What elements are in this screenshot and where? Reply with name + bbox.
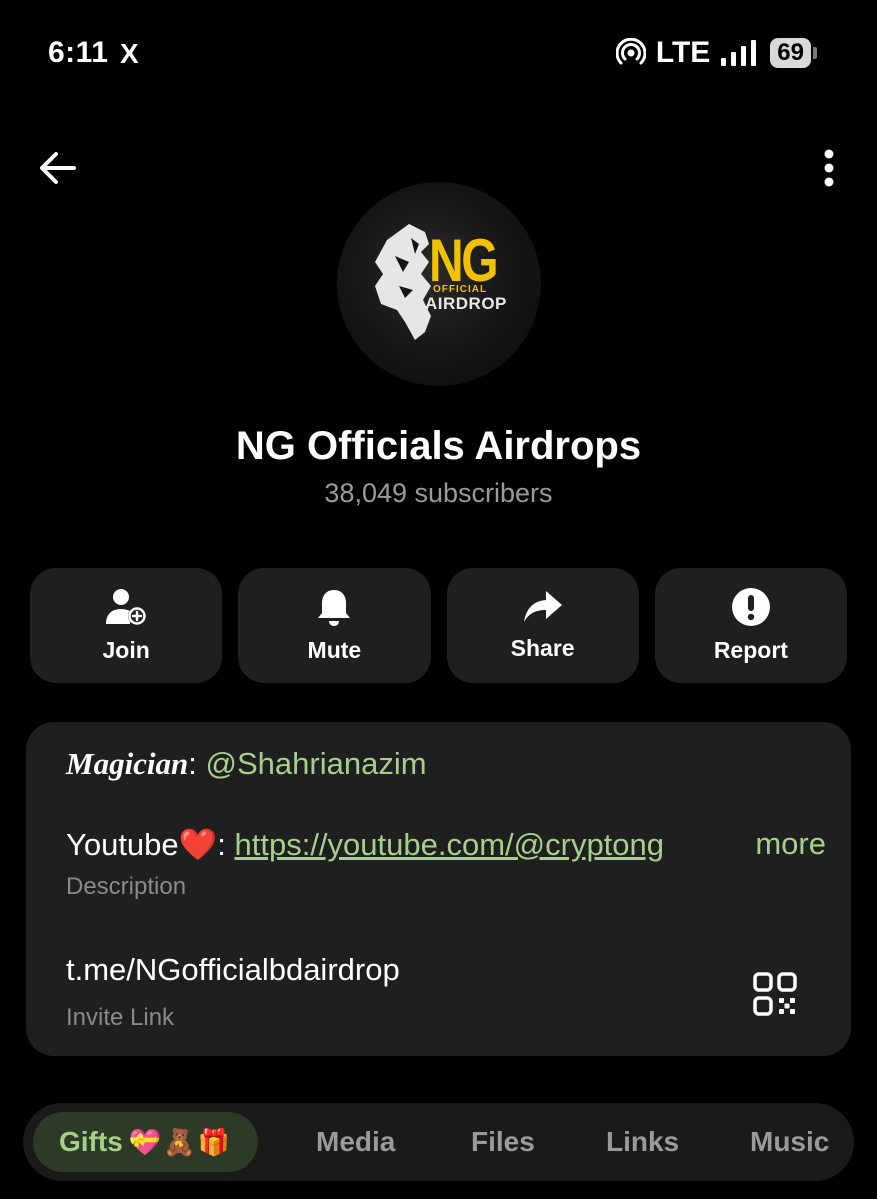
- invite-link[interactable]: t.me/NGofficialbdairdrop: [66, 952, 400, 988]
- gift-emojis: 💝🧸🎁: [128, 1126, 232, 1157]
- mute-button[interactable]: Mute: [238, 568, 431, 683]
- share-label: Share: [510, 635, 575, 661]
- magician-handle-link[interactable]: @Shahrianazim: [206, 746, 427, 781]
- battery-tip: [813, 47, 817, 59]
- join-label: Join: [102, 637, 150, 663]
- description-youtube-line: Youtube❤️: https://youtube.com/@cryptong…: [66, 826, 826, 863]
- arrow-left-icon: [40, 152, 76, 184]
- report-label: Report: [713, 637, 788, 663]
- action-bar: Join Mute Share Report: [30, 568, 847, 683]
- bell-icon: [318, 590, 351, 626]
- hotspot-icon: [615, 38, 646, 65]
- x-app-icon: X: [120, 38, 139, 69]
- tab-files[interactable]: Files: [471, 1103, 535, 1181]
- person-add-icon: [106, 589, 147, 625]
- magician-label: Magician: [66, 746, 189, 781]
- mute-label: Mute: [307, 637, 362, 663]
- more-button[interactable]: more: [715, 826, 826, 862]
- battery-indicator: 69: [770, 38, 817, 68]
- youtube-separator: :: [217, 827, 235, 862]
- back-button[interactable]: [36, 146, 80, 190]
- heart-emoji: ❤️: [178, 827, 218, 862]
- logo-text-airdrop: AIRDROP: [425, 294, 507, 313]
- share-button[interactable]: Share: [446, 568, 639, 683]
- tab-links[interactable]: Links: [606, 1103, 679, 1181]
- battery-level: 69: [770, 38, 811, 68]
- youtube-label: Youtube: [66, 827, 179, 862]
- status-indicators: LTE 69: [615, 36, 817, 70]
- status-time: 6:11: [48, 36, 109, 69]
- channel-avatar[interactable]: NG OFFICIAL AIRDROP: [337, 182, 541, 386]
- alert-circle-icon: [731, 588, 770, 626]
- youtube-link[interactable]: https://youtube.com/@cryptong: [235, 827, 665, 862]
- qr-code-icon[interactable]: [753, 972, 797, 1016]
- description-magician-line: Magician: @Shahrianazim: [66, 746, 427, 782]
- more-options-button[interactable]: [815, 146, 843, 190]
- network-type: LTE: [655, 36, 711, 69]
- channel-title: NG Officials Airdrops: [235, 424, 642, 468]
- signal-icon: [721, 40, 757, 66]
- more-vertical-icon: [824, 149, 834, 187]
- share-arrow-icon: [523, 591, 562, 622]
- status-bar: 6:11 X LTE 69: [0, 0, 877, 110]
- magician-separator: :: [188, 746, 206, 781]
- tab-music[interactable]: Music: [750, 1103, 829, 1181]
- subscriber-count: 38,049 subscribers: [324, 478, 553, 508]
- channel-info-card: Magician: @Shahrianazim Youtube❤️: https…: [26, 722, 851, 1056]
- join-button[interactable]: Join: [30, 568, 223, 683]
- report-button[interactable]: Report: [654, 568, 847, 683]
- description-label: Description: [66, 873, 187, 900]
- media-tabs: Gifts 💝🧸🎁 Media Files Links Music: [23, 1103, 854, 1181]
- tab-gifts-label: Gifts: [59, 1126, 123, 1157]
- tab-media[interactable]: Media: [316, 1103, 395, 1181]
- tab-gifts[interactable]: Gifts 💝🧸🎁: [33, 1112, 258, 1172]
- invite-link-label: Invite Link: [66, 1004, 175, 1031]
